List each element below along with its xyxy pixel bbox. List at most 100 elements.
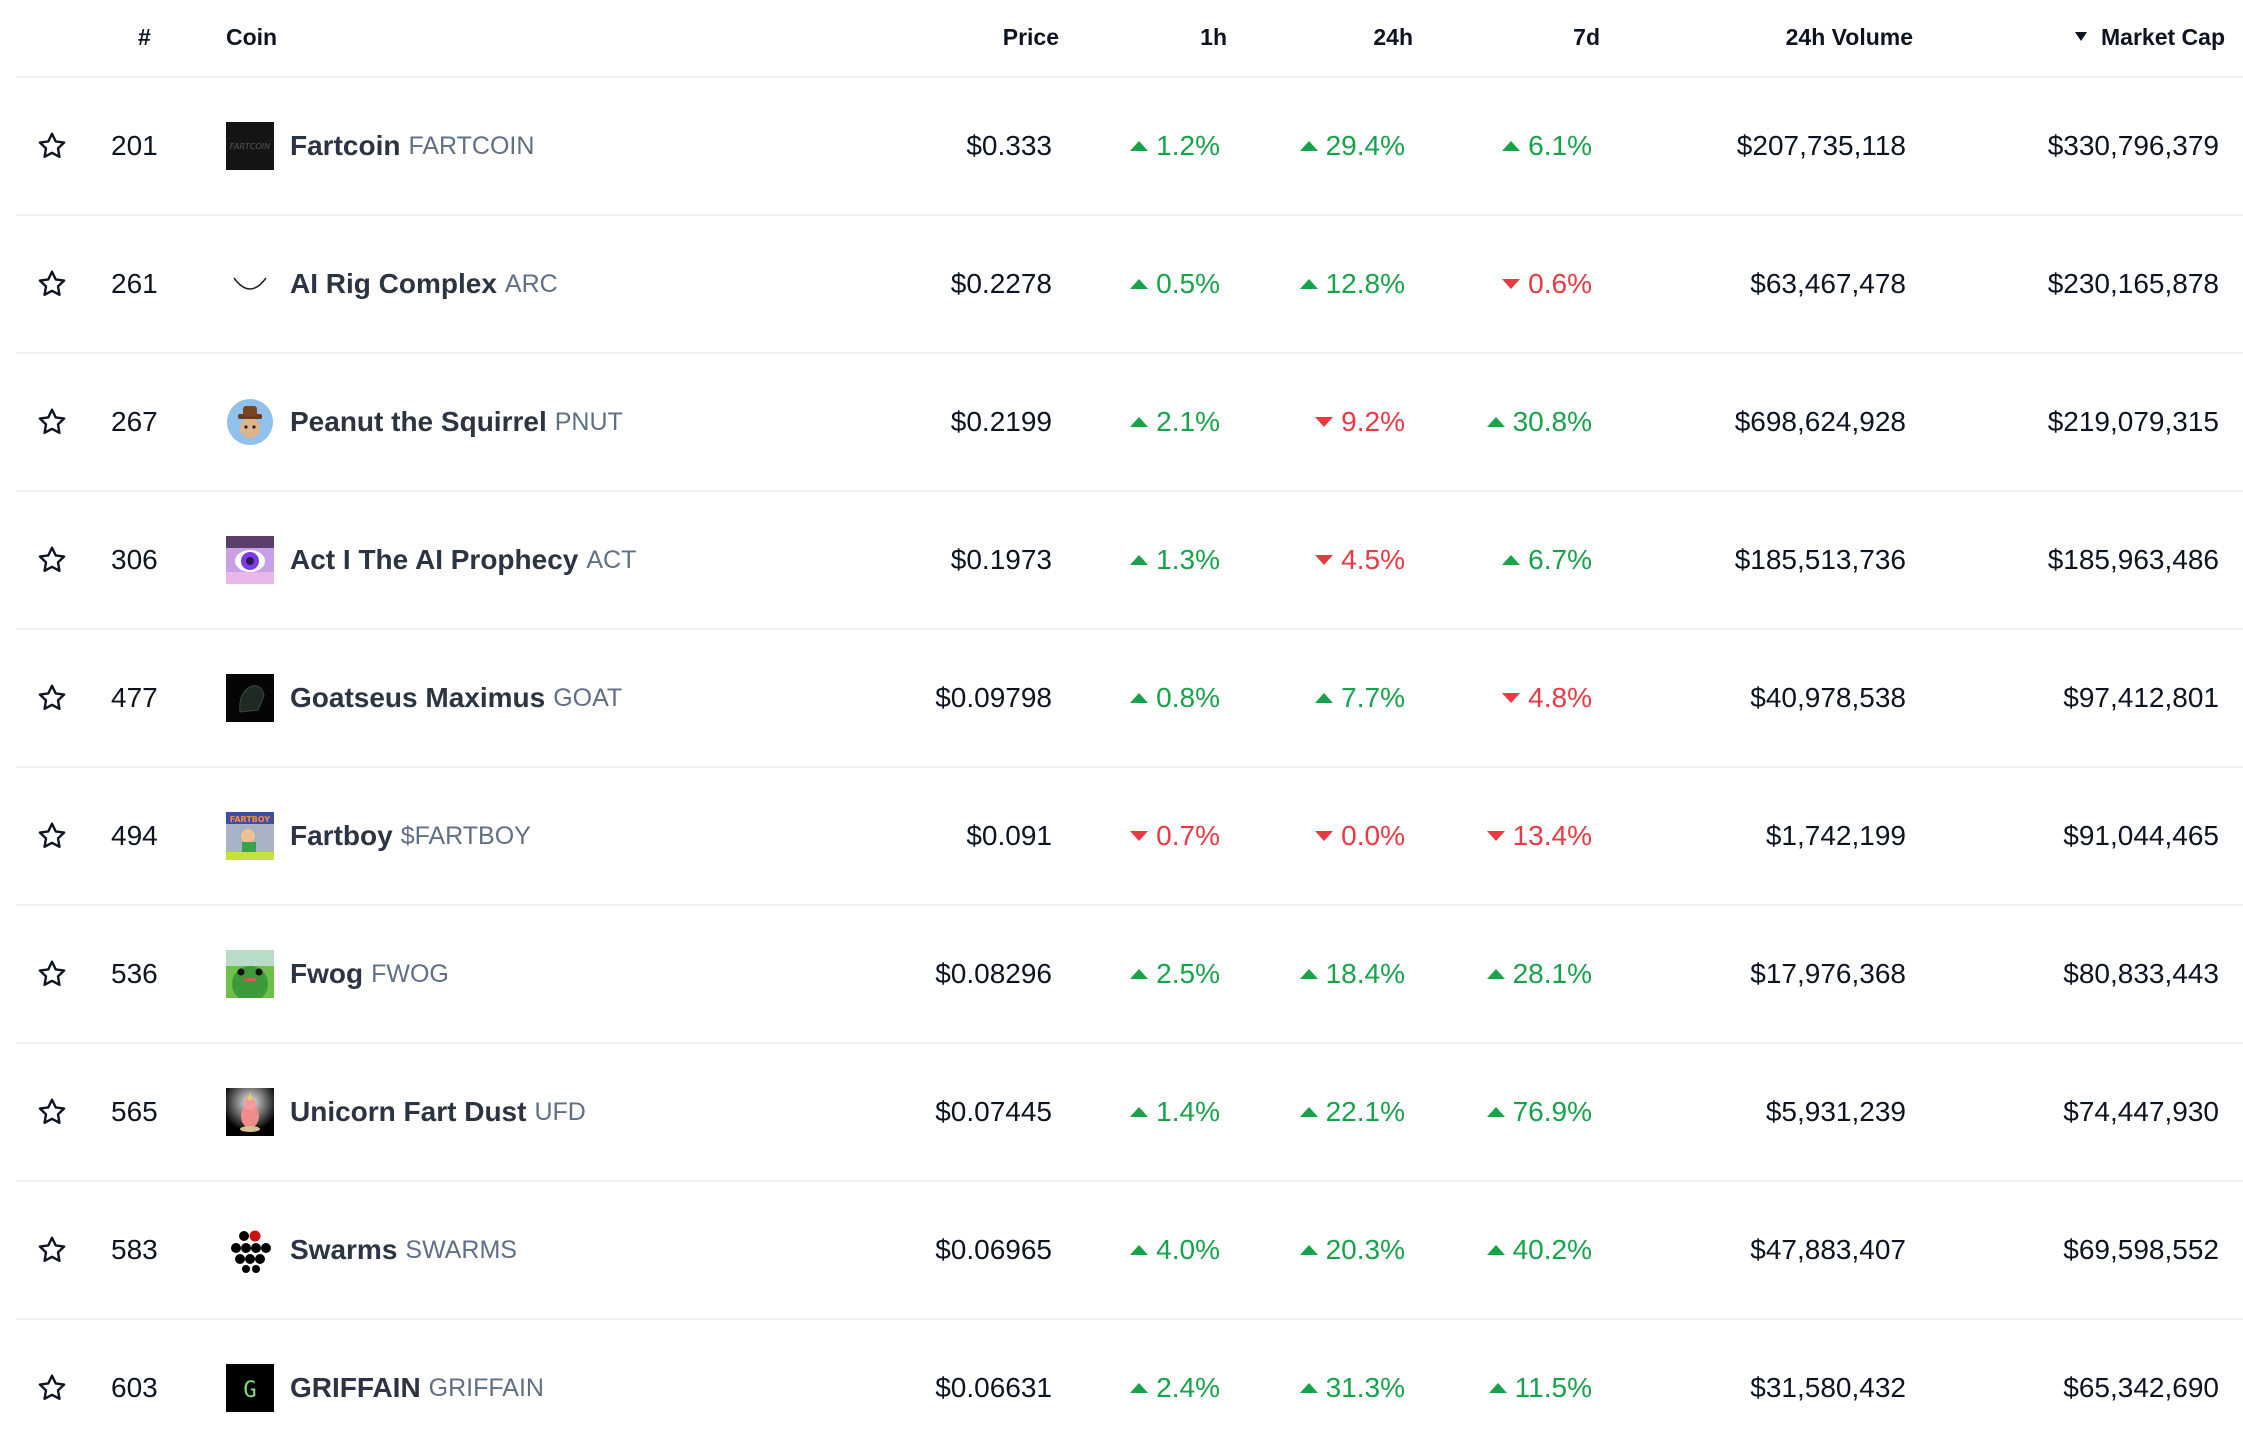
header-rank[interactable]: # [138,24,151,51]
rank: 306 [111,544,158,575]
svg-text:G: G [243,1378,256,1403]
change-24h: 0.0% [1315,820,1405,852]
coin-link[interactable]: AI Rig Complex ARC [226,260,558,308]
star-icon[interactable] [36,682,68,714]
star-icon[interactable] [36,406,68,438]
change-24h: 7.7% [1315,682,1405,714]
table-row[interactable]: 494 FARTBOY Fartboy $FARTBOY $0.091 0.7%… [16,768,2243,906]
table-row[interactable]: 306 Act I The AI Prophecy ACT $0.1973 1.… [16,492,2243,630]
coin-link[interactable]: Fwog FWOG [226,950,449,998]
volume-24h: $5,931,239 [1765,1096,1906,1127]
volume-24h: $1,742,199 [1765,820,1906,851]
coin-symbol: PNUT [554,407,623,436]
table-row[interactable]: 201 FARTCOIN Fartcoin FARTCOIN $0.333 1.… [16,78,2243,216]
change-value: 20.3% [1325,1234,1405,1265]
swarms-logo-icon [226,1226,274,1274]
table-row[interactable]: 267 Peanut the Squirrel PNUT $0.2199 2.1… [16,354,2243,492]
act-logo-icon [226,536,274,584]
change-value: 7.7% [1341,682,1405,713]
caret-up-icon [1130,417,1149,427]
change-value: 1.4% [1156,1096,1220,1127]
caret-up-icon [1130,1107,1149,1117]
caret-up-icon [1130,279,1149,289]
change-1h: 2.5% [1130,958,1220,990]
change-7d: 6.7% [1502,544,1592,576]
caret-up-icon [1486,1107,1505,1117]
price: $0.091 [966,820,1052,851]
price: $0.06631 [935,1372,1052,1403]
caret-up-icon [1299,1107,1318,1117]
coin-link[interactable]: Act I The AI Prophecy ACT [226,536,636,584]
coin-link[interactable]: FARTCOIN Fartcoin FARTCOIN [226,122,534,170]
table-row[interactable]: 261 AI Rig Complex ARC $0.2278 0.5% 12.8… [16,216,2243,354]
star-icon[interactable] [36,958,68,990]
change-1h: 1.4% [1130,1096,1220,1128]
change-7d: 76.9% [1486,1096,1592,1128]
header-24h-volume[interactable]: 24h Volume [1786,24,1913,51]
caret-up-icon [1486,969,1505,979]
sort-desc-icon [2075,32,2088,42]
market-cap: $80,833,443 [2063,958,2219,989]
change-value: 18.4% [1325,958,1405,989]
coin-link[interactable]: Peanut the Squirrel PNUT [226,398,623,446]
coin-symbol: FARTCOIN [408,131,535,160]
coin-name: AI Rig Complex [290,268,497,299]
change-24h: 9.2% [1315,406,1405,438]
caret-down-icon [1502,279,1521,289]
price: $0.08296 [935,958,1052,989]
header-24h[interactable]: 24h [1373,24,1413,51]
market-cap: $230,165,878 [2047,268,2219,299]
star-icon[interactable] [36,130,68,162]
caret-down-icon [1315,555,1334,565]
coin-name: Goatseus Maximus [290,682,546,713]
header-price[interactable]: Price [1003,24,1059,51]
caret-up-icon [1130,1383,1149,1393]
star-icon[interactable] [36,1234,68,1266]
table-row[interactable]: 477 Goatseus Maximus GOAT $0.09798 0.8% … [16,630,2243,768]
table-row[interactable]: 583 Swarms SWARMS $0.06965 4.0% 20.3% 40… [16,1182,2243,1320]
change-value: 40.2% [1512,1234,1592,1265]
change-value: 0.0% [1341,820,1405,851]
star-icon[interactable] [36,268,68,300]
change-1h: 2.1% [1130,406,1220,438]
coin-link[interactable]: FARTBOY Fartboy $FARTBOY [226,812,531,860]
price: $0.333 [966,130,1052,161]
caret-up-icon [1299,969,1318,979]
star-icon[interactable] [36,1372,68,1404]
header-1h[interactable]: 1h [1200,24,1227,51]
change-value: 28.1% [1512,958,1592,989]
table-header: # Coin Price 1h 24h 7d 24h Volume Market… [16,0,2243,78]
star-icon[interactable] [36,1096,68,1128]
star-icon[interactable] [36,820,68,852]
star-icon[interactable] [36,544,68,576]
table-row[interactable]: 536 Fwog FWOG $0.08296 2.5% 18.4% 28.1% … [16,906,2243,1044]
coin-link[interactable]: Swarms SWARMS [226,1226,517,1274]
coin-link[interactable]: Unicorn Fart Dust UFD [226,1088,586,1136]
change-value: 31.3% [1325,1372,1405,1403]
fartboy-logo-icon: FARTBOY [226,812,274,860]
market-cap: $219,079,315 [2047,406,2219,437]
coin-link[interactable]: G GRIFFAIN GRIFFAIN [226,1364,544,1412]
coin-link[interactable]: Goatseus Maximus GOAT [226,674,622,722]
change-1h: 0.7% [1130,820,1220,852]
volume-24h: $40,978,538 [1750,682,1906,713]
header-coin[interactable]: Coin [226,24,277,51]
change-value: 29.4% [1325,130,1405,161]
header-7d[interactable]: 7d [1573,24,1600,51]
coin-name: Swarms [290,1234,398,1265]
change-value: 0.8% [1156,682,1220,713]
change-1h: 0.8% [1130,682,1220,714]
change-7d: 0.6% [1502,268,1592,300]
caret-down-icon [1130,831,1149,841]
table-row[interactable]: 565 Unicorn Fart Dust UFD $0.07445 1.4% … [16,1044,2243,1182]
volume-24h: $698,624,928 [1734,406,1906,437]
change-value: 1.2% [1156,130,1220,161]
price: $0.07445 [935,1096,1052,1127]
change-value: 1.3% [1156,544,1220,575]
change-value: 4.8% [1528,682,1592,713]
fartcoin-logo-icon: FARTCOIN [226,122,274,170]
change-7d: 6.1% [1502,130,1592,162]
table-row[interactable]: 603 G GRIFFAIN GRIFFAIN $0.06631 2.4% 31… [16,1320,2243,1456]
header-market-cap[interactable]: Market Cap [2075,24,2225,51]
market-cap: $65,342,690 [2063,1372,2219,1403]
